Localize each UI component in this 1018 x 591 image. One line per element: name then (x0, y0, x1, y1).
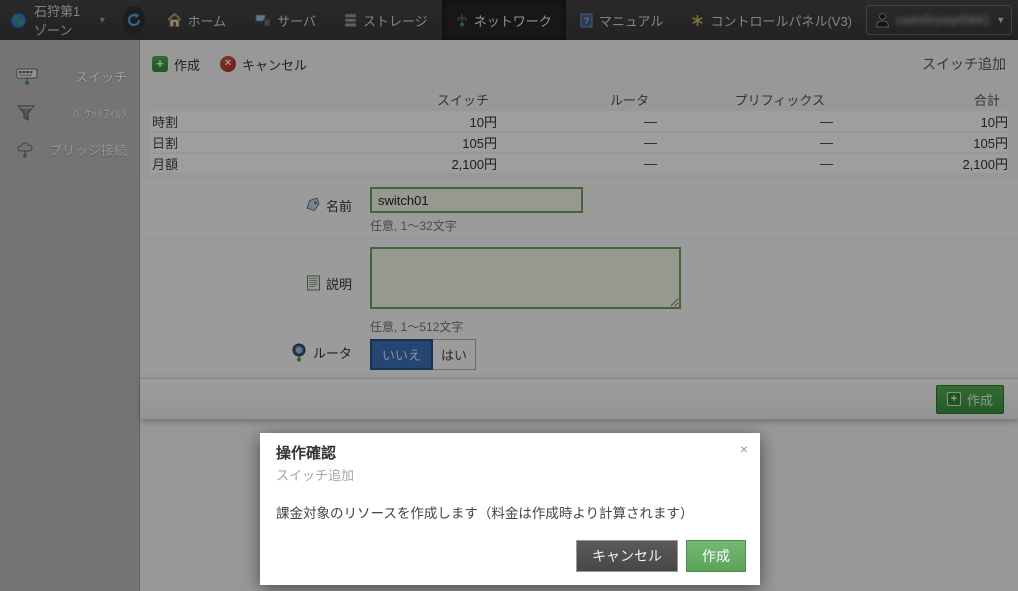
dialog-cancel-button[interactable]: キャンセル (576, 540, 678, 572)
confirm-dialog: 操作確認 スイッチ追加 × 課金対象のリソースを作成します（料金は作成時より計算… (260, 433, 760, 585)
app-window: 石狩第1ゾーン ▼ ホーム サーバ ストレージ (0, 0, 1018, 591)
close-icon[interactable]: × (740, 441, 748, 457)
dialog-message: 課金対象のリソースを作成します（料金は作成時より計算されます） (260, 502, 760, 540)
dialog-subtitle: スイッチ追加 (276, 465, 744, 484)
dialog-title: 操作確認 (276, 442, 744, 463)
dialog-confirm-button[interactable]: 作成 (686, 540, 746, 572)
